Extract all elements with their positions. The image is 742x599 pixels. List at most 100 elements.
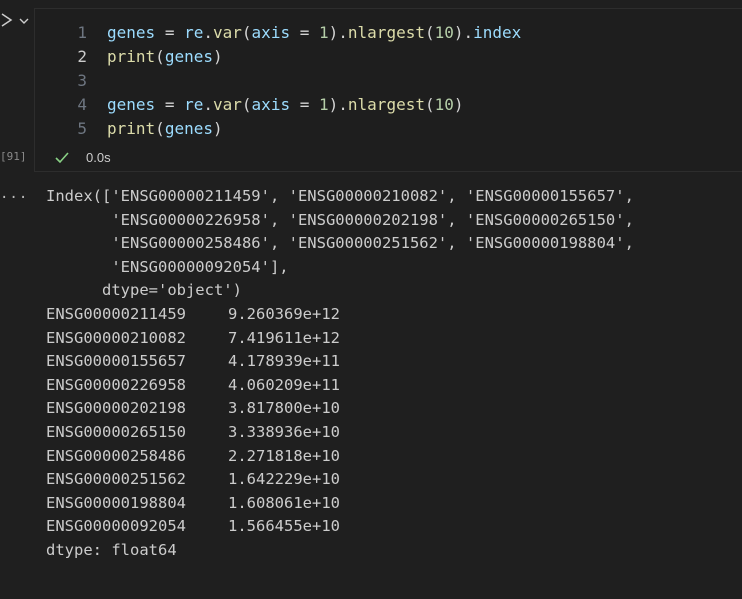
code-token: ).: [328, 95, 348, 114]
output-series-row: ENSG00000226958 4.060209e+11: [46, 374, 736, 398]
series-variance-value: 4.060209e+11: [228, 375, 340, 394]
code-token: 1: [319, 95, 329, 114]
code-token: ): [212, 119, 223, 138]
output-series-row: ENSG00000198804 1.608061e+10: [46, 492, 736, 516]
code-token: genes: [164, 47, 213, 66]
code-token: nlargest: [347, 23, 425, 42]
series-variance-value: 9.260369e+12: [228, 304, 340, 323]
series-variance-value: 1.642229e+10: [228, 470, 340, 489]
code-token: var: [213, 23, 242, 42]
code-token: =: [164, 23, 175, 42]
series-gene-id: ENSG00000155657: [46, 352, 186, 371]
code-token: (: [424, 95, 435, 114]
execution-time: 0.0s: [86, 150, 111, 165]
line-number: 3: [77, 71, 87, 90]
code-token: re: [184, 95, 204, 114]
chevron-down-icon[interactable]: [18, 12, 30, 31]
code-token: =: [299, 95, 310, 114]
output-index-line: 'ENSG00000258486', 'ENSG00000251562', 'E…: [46, 234, 634, 253]
code-token: print: [107, 47, 156, 66]
output-series-row: ENSG00000251562 1.642229e+10: [46, 468, 736, 492]
series-variance-value: 4.178939e+11: [228, 352, 340, 371]
code-token: .: [203, 95, 213, 114]
code-token: ): [212, 47, 223, 66]
output-index-line: dtype='object'): [46, 281, 242, 300]
code-token: (: [241, 23, 252, 42]
code-token: ): [453, 95, 464, 114]
code-token: =: [164, 95, 175, 114]
code-line[interactable]: 1 genes = re.var(axis = 1).nlargest(10).i…: [35, 22, 742, 44]
series-gene-id: ENSG00000265150: [46, 422, 186, 441]
output-index-line: Index(['ENSG00000211459', 'ENSG000002100…: [46, 187, 634, 205]
code-token: (: [424, 23, 435, 42]
code-token: axis: [251, 95, 291, 114]
line-number: 5: [77, 119, 87, 138]
code-token: print: [107, 119, 156, 138]
code-token: axis: [251, 23, 291, 42]
code-token: genes: [107, 95, 156, 114]
series-gene-id: ENSG00000092054: [46, 517, 186, 536]
code-token: 10: [434, 23, 454, 42]
code-token: 10: [434, 95, 454, 114]
code-token: 1: [319, 23, 329, 42]
series-gene-id: ENSG00000258486: [46, 446, 186, 465]
output-series-row: ENSG00000258486 2.271818e+10: [46, 445, 736, 469]
output-series-row: ENSG00000092054 1.566455e+10: [46, 515, 736, 539]
code-text: genes = re.var(axis = 1).nlargest(10): [107, 94, 464, 116]
code-token: index: [473, 23, 522, 42]
code-token: (: [155, 47, 165, 66]
output-index-line: 'ENSG00000226958', 'ENSG00000202198', 'E…: [46, 210, 634, 229]
code-token: .: [203, 23, 213, 42]
code-token: re: [184, 23, 204, 42]
execution-count: [91]: [0, 150, 27, 163]
code-text: genes = re.var(axis = 1).nlargest(10).in…: [107, 22, 521, 44]
check-icon: [54, 150, 70, 169]
series-variance-value: 7.419611e+12: [228, 328, 340, 347]
line-number: 2: [77, 47, 87, 66]
code-line[interactable]: 4 genes = re.var(axis = 1).nlargest(10): [35, 94, 742, 116]
code-line[interactable]: 2 print(genes): [35, 46, 742, 68]
series-gene-id: ENSG00000198804: [46, 493, 186, 512]
output-series-row: ENSG00000155657 4.178939e+11: [46, 350, 736, 374]
cell-output: Index(['ENSG00000211459', 'ENSG000002100…: [46, 185, 736, 563]
series-variance-value: 1.566455e+10: [228, 517, 340, 536]
code-token: var: [213, 95, 242, 114]
series-variance-value: 1.608061e+10: [228, 493, 340, 512]
series-variance-value: 2.271818e+10: [228, 446, 340, 465]
series-variance-value: 3.817800e+10: [228, 399, 340, 418]
series-gene-id: ENSG00000211459: [46, 304, 186, 323]
run-cell-icon[interactable]: [0, 12, 14, 32]
code-line[interactable]: 5 print(genes): [35, 118, 742, 140]
code-text: print(genes): [107, 118, 223, 140]
code-token: genes: [107, 23, 156, 42]
output-more-actions-icon[interactable]: ...: [0, 186, 28, 202]
cell-run-controls: [0, 8, 34, 32]
code-text: print(genes): [107, 46, 223, 68]
output-dtype-line: dtype: float64: [46, 540, 177, 559]
code-token: ).: [328, 23, 348, 42]
line-number: 4: [77, 95, 87, 114]
code-token: =: [299, 23, 310, 42]
code-token: (: [241, 95, 252, 114]
cell-status-bar: 0.0s: [34, 144, 742, 172]
code-line[interactable]: 3: [35, 70, 742, 92]
output-series-row: ENSG00000211459 9.260369e+12: [46, 303, 736, 327]
series-variance-value: 3.338936e+10: [228, 422, 340, 441]
code-token: (: [155, 119, 165, 138]
code-token: genes: [164, 119, 213, 138]
series-gene-id: ENSG00000251562: [46, 470, 186, 489]
output-series-row: ENSG00000265150 3.338936e+10: [46, 421, 736, 445]
series-gene-id: ENSG00000210082: [46, 328, 186, 347]
output-series-row: ENSG00000202198 3.817800e+10: [46, 397, 736, 421]
series-gene-id: ENSG00000226958: [46, 375, 186, 394]
output-index-line: 'ENSG00000092054'],: [46, 257, 289, 276]
code-token: ).: [453, 23, 474, 42]
